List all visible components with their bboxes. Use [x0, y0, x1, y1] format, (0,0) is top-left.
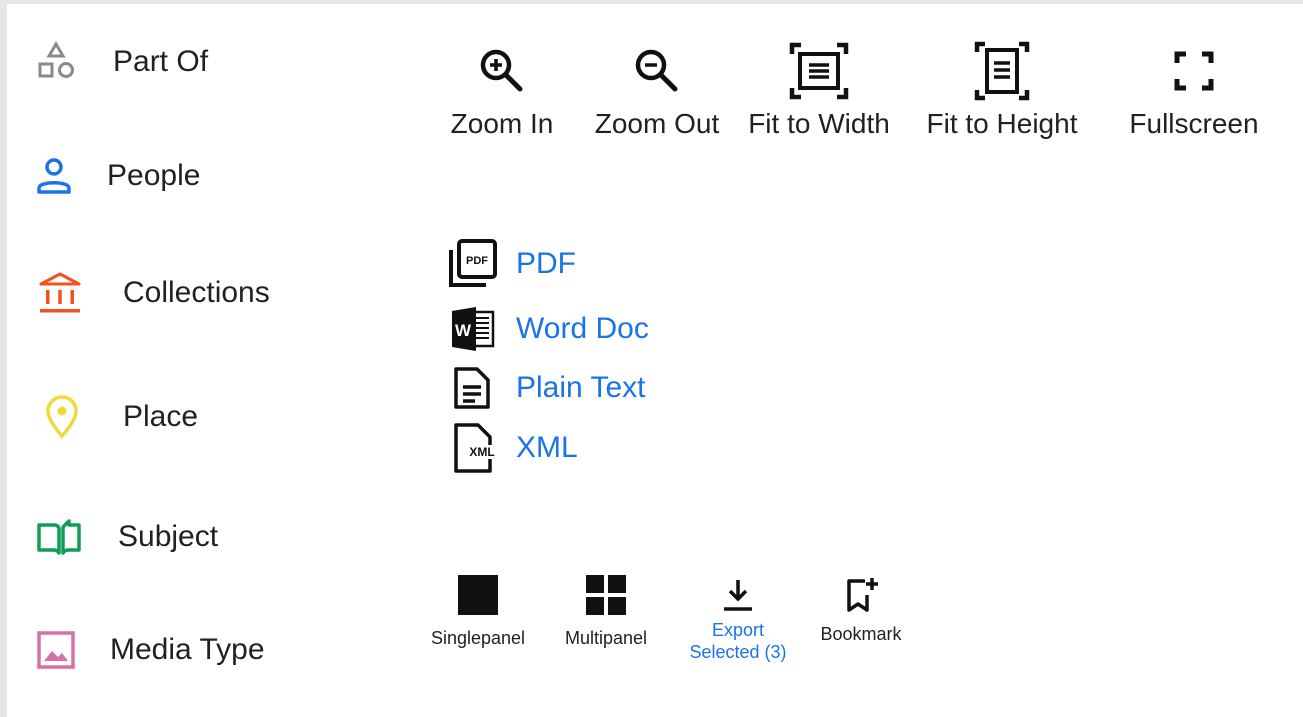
action-label: Singlepanel — [430, 628, 526, 648]
download-plain-text-link[interactable]: Plain Text — [446, 362, 646, 414]
download-label: PDF — [516, 247, 576, 280]
fit-width-icon — [784, 36, 854, 106]
window-top-border — [0, 0, 1303, 4]
tool-label: Fit to Width — [748, 108, 890, 139]
facet-label: Part Of — [113, 45, 209, 78]
word-badge-text: W — [455, 321, 472, 340]
zoom-out-icon — [622, 36, 692, 106]
image-icon — [32, 626, 80, 674]
export-label-line2: Selected (3) — [689, 642, 787, 662]
download-label: Plain Text — [516, 371, 646, 404]
download-label: XML — [516, 431, 578, 464]
plain-text-icon — [446, 362, 498, 414]
facet-media-type[interactable]: Media Type — [32, 626, 265, 674]
facet-label: People — [107, 159, 201, 192]
person-icon — [30, 152, 78, 200]
open-book-icon — [35, 513, 83, 561]
fullscreen-icon — [1159, 36, 1229, 106]
single-panel-icon — [454, 571, 502, 619]
download-icon — [714, 571, 762, 619]
word-doc-icon: W — [446, 303, 498, 355]
download-pdf-link[interactable]: PDF PDF — [446, 238, 576, 290]
facet-label: Media Type — [110, 633, 265, 666]
action-label: Multipanel — [564, 628, 648, 648]
export-label-line1: Export — [711, 620, 765, 640]
multi-panel-icon — [582, 571, 630, 619]
zoom-in-icon — [467, 36, 537, 106]
download-word-doc-link[interactable]: W Word Doc — [446, 303, 649, 355]
download-label: Word Doc — [516, 312, 649, 345]
fit-height-icon — [967, 36, 1037, 106]
tool-label: Zoom In — [450, 108, 554, 139]
export-selected-button[interactable]: Export Selected (3) — [678, 571, 798, 663]
facet-subject[interactable]: Subject — [35, 513, 218, 561]
shapes-icon — [32, 38, 80, 86]
zoom-out-button[interactable]: Zoom Out — [584, 36, 730, 140]
museum-icon — [36, 269, 84, 317]
facet-label: Collections — [123, 276, 270, 309]
facet-collections[interactable]: Collections — [36, 269, 270, 317]
tool-label: Fit to Height — [926, 108, 1078, 139]
zoom-in-button[interactable]: Zoom In — [432, 36, 572, 140]
fit-to-height-button[interactable]: Fit to Height — [912, 36, 1092, 140]
bookmark-button[interactable]: Bookmark — [808, 571, 914, 645]
window-left-border — [0, 0, 7, 717]
action-label: Bookmark — [820, 624, 902, 644]
tool-label: Zoom Out — [594, 108, 720, 139]
bookmark-add-icon — [837, 571, 885, 619]
tool-label: Fullscreen — [1129, 108, 1259, 139]
facet-label: Subject — [118, 520, 219, 553]
facet-people[interactable]: People — [30, 152, 200, 200]
singlepanel-button[interactable]: Singlepanel — [422, 571, 534, 649]
fit-to-width-button[interactable]: Fit to Width — [738, 36, 900, 140]
facet-place[interactable]: Place — [38, 393, 198, 441]
multipanel-button[interactable]: Multipanel — [552, 571, 660, 649]
download-xml-link[interactable]: XML XML — [446, 422, 578, 474]
facet-label: Place — [123, 400, 199, 433]
location-pin-icon — [38, 393, 86, 441]
xml-badge-text: XML — [469, 445, 494, 459]
pdf-icon: PDF — [446, 238, 498, 290]
fullscreen-button[interactable]: Fullscreen — [1118, 36, 1270, 140]
facet-part-of[interactable]: Part Of — [32, 38, 208, 86]
pdf-badge-text: PDF — [466, 255, 488, 267]
xml-file-icon: XML — [446, 422, 498, 474]
